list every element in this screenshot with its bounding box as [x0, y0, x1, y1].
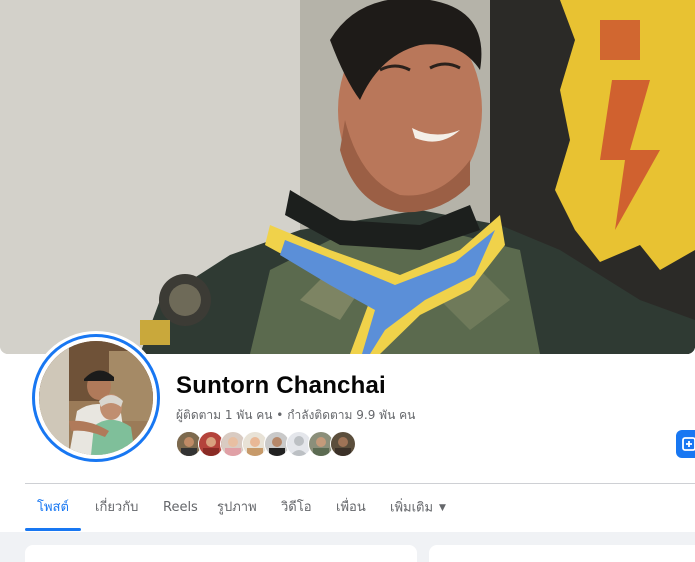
- tab-friends[interactable]: เพื่อน: [336, 486, 366, 530]
- cover-photo[interactable]: [0, 0, 695, 354]
- avatar-ring: [32, 334, 160, 462]
- active-tab-indicator: [25, 528, 81, 531]
- posts-card: [429, 545, 695, 562]
- tab-label: เพิ่มเติม: [390, 500, 434, 516]
- tab-photos[interactable]: รูปภาพ: [217, 486, 257, 530]
- following-count[interactable]: กำลังติดตาม 9.9 พัน คน: [287, 408, 415, 422]
- tab-label: เพื่อน: [336, 500, 366, 515]
- tab-videos[interactable]: วิดีโอ: [281, 486, 312, 530]
- profile-name: Suntorn Chanchai: [176, 372, 386, 399]
- avatar-photo: [39, 341, 153, 455]
- friend-avatar[interactable]: [330, 431, 356, 457]
- cover-photo-illustration: [0, 0, 695, 354]
- tab-about[interactable]: เกี่ยวกับ: [95, 486, 138, 530]
- add-friend-button[interactable]: [676, 430, 695, 458]
- tab-label: เกี่ยวกับ: [95, 500, 139, 515]
- tab-label: วิดีโอ: [281, 500, 312, 515]
- tab-label: โพสต์: [37, 500, 69, 515]
- tab-reels[interactable]: Reels: [163, 486, 198, 530]
- follow-stats: ผู้ติดตาม 1 พัน คน • กำลังติดตาม 9.9 พัน…: [176, 406, 415, 425]
- followers-count[interactable]: ผู้ติดตาม 1 พัน คน: [176, 408, 272, 422]
- profile-divider: [25, 483, 695, 484]
- chevron-down-icon: ▼: [439, 503, 446, 513]
- profile-avatar[interactable]: [29, 331, 163, 465]
- intro-card: [25, 545, 417, 562]
- profile-page: Suntorn Chanchai ผู้ติดตาม 1 พัน คน • กำ…: [0, 0, 695, 562]
- add-friend-icon: [682, 437, 695, 451]
- tab-posts[interactable]: โพสต์: [37, 486, 69, 530]
- tab-label: Reels: [163, 500, 198, 515]
- tab-label: รูปภาพ: [217, 500, 257, 515]
- stats-separator: •: [272, 408, 288, 422]
- tab-more[interactable]: เพิ่มเติม ▼: [390, 486, 446, 530]
